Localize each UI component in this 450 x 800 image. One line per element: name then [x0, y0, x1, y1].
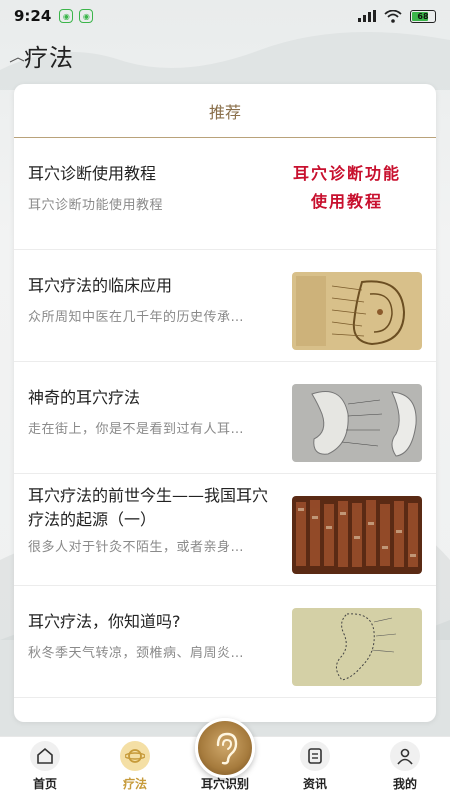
home-icon: [30, 741, 60, 771]
wechat-icon: ◉: [79, 9, 94, 23]
tab-bar: 推荐: [14, 84, 436, 138]
user-icon: [390, 741, 420, 771]
nav-label: 资讯: [302, 777, 327, 791]
nav-label: 首页: [32, 777, 57, 791]
status-bar: 9:24 ◉ ◉ 68: [0, 0, 450, 32]
battery-text: 68: [417, 11, 429, 21]
article-title: 耳穴疗法的前世今生——我国耳穴疗法的起源（一）: [28, 486, 269, 529]
list-item[interactable]: 耳穴疗法的临床应用 众所周知中医在几千年的历史传承…: [14, 250, 436, 362]
article-desc: 众所周知中医在几千年的历史传承…: [28, 310, 245, 325]
ear-model-thumbnail: [292, 384, 422, 462]
caption-line: 使用教程: [310, 192, 383, 211]
article-desc: 走在街上，你是不是看到过有人耳…: [28, 422, 245, 437]
wechat-icon: ◉: [59, 9, 74, 23]
article-title: 神奇的耳穴疗法: [28, 388, 141, 407]
caption-line: 耳穴诊断功能: [292, 164, 401, 183]
article-title: 耳穴疗法的临床应用: [28, 276, 173, 295]
planet-icon: [120, 741, 150, 771]
ear-sketch-thumbnail: [292, 608, 422, 686]
page-title: 疗法: [24, 44, 74, 72]
article-desc: 耳穴诊断功能使用教程: [28, 198, 164, 213]
nav-home[interactable]: 首页: [10, 741, 80, 792]
battery-icon: 68: [410, 9, 436, 23]
article-desc: 秋冬季天气转凉，颈椎病、肩周炎…: [28, 646, 245, 661]
nav-news[interactable]: 资讯: [280, 741, 350, 792]
nav-therapy[interactable]: 疗法: [100, 741, 170, 792]
list-item[interactable]: 神奇的耳穴疗法 走在街上，你是不是看到过有人耳…: [14, 362, 436, 474]
status-time: 9:24: [14, 7, 52, 25]
wifi-icon: [384, 9, 402, 23]
ear-recognition-button[interactable]: [195, 718, 255, 778]
list-item[interactable]: 耳穴疗法，你知道吗? 秋冬季天气转凉，颈椎病、肩周炎…: [14, 586, 436, 698]
thumbnail-caption: 耳穴诊断功能 使用教程: [272, 160, 422, 216]
list-item[interactable]: 耳穴疗法的前世今生——我国耳穴疗法的起源（一） 很多人对于针灸不陌生，或者亲身…: [14, 474, 436, 586]
article-title: 耳穴诊断使用教程: [28, 164, 157, 183]
article-desc: 很多人对于针灸不陌生，或者亲身…: [28, 540, 245, 555]
tab-recommend[interactable]: 推荐: [209, 99, 241, 123]
article-title: 耳穴疗法，你知道吗?: [28, 612, 181, 631]
article-card: 推荐 耳穴诊断使用教程 耳穴诊断功能使用教程 耳穴诊断功能 使用教程 耳穴疗法的…: [14, 84, 436, 722]
signal-icon: [358, 10, 376, 22]
nav-mine[interactable]: 我的: [370, 741, 440, 792]
ancient-text-thumbnail: [292, 496, 422, 574]
nav-label: 疗法: [122, 777, 147, 791]
nav-label: 我的: [392, 777, 417, 791]
ear-icon: [216, 732, 238, 765]
news-icon: [300, 741, 330, 771]
ear-chart-thumbnail: [292, 272, 422, 350]
list-item[interactable]: 耳穴诊断使用教程 耳穴诊断功能使用教程 耳穴诊断功能 使用教程: [14, 138, 436, 250]
